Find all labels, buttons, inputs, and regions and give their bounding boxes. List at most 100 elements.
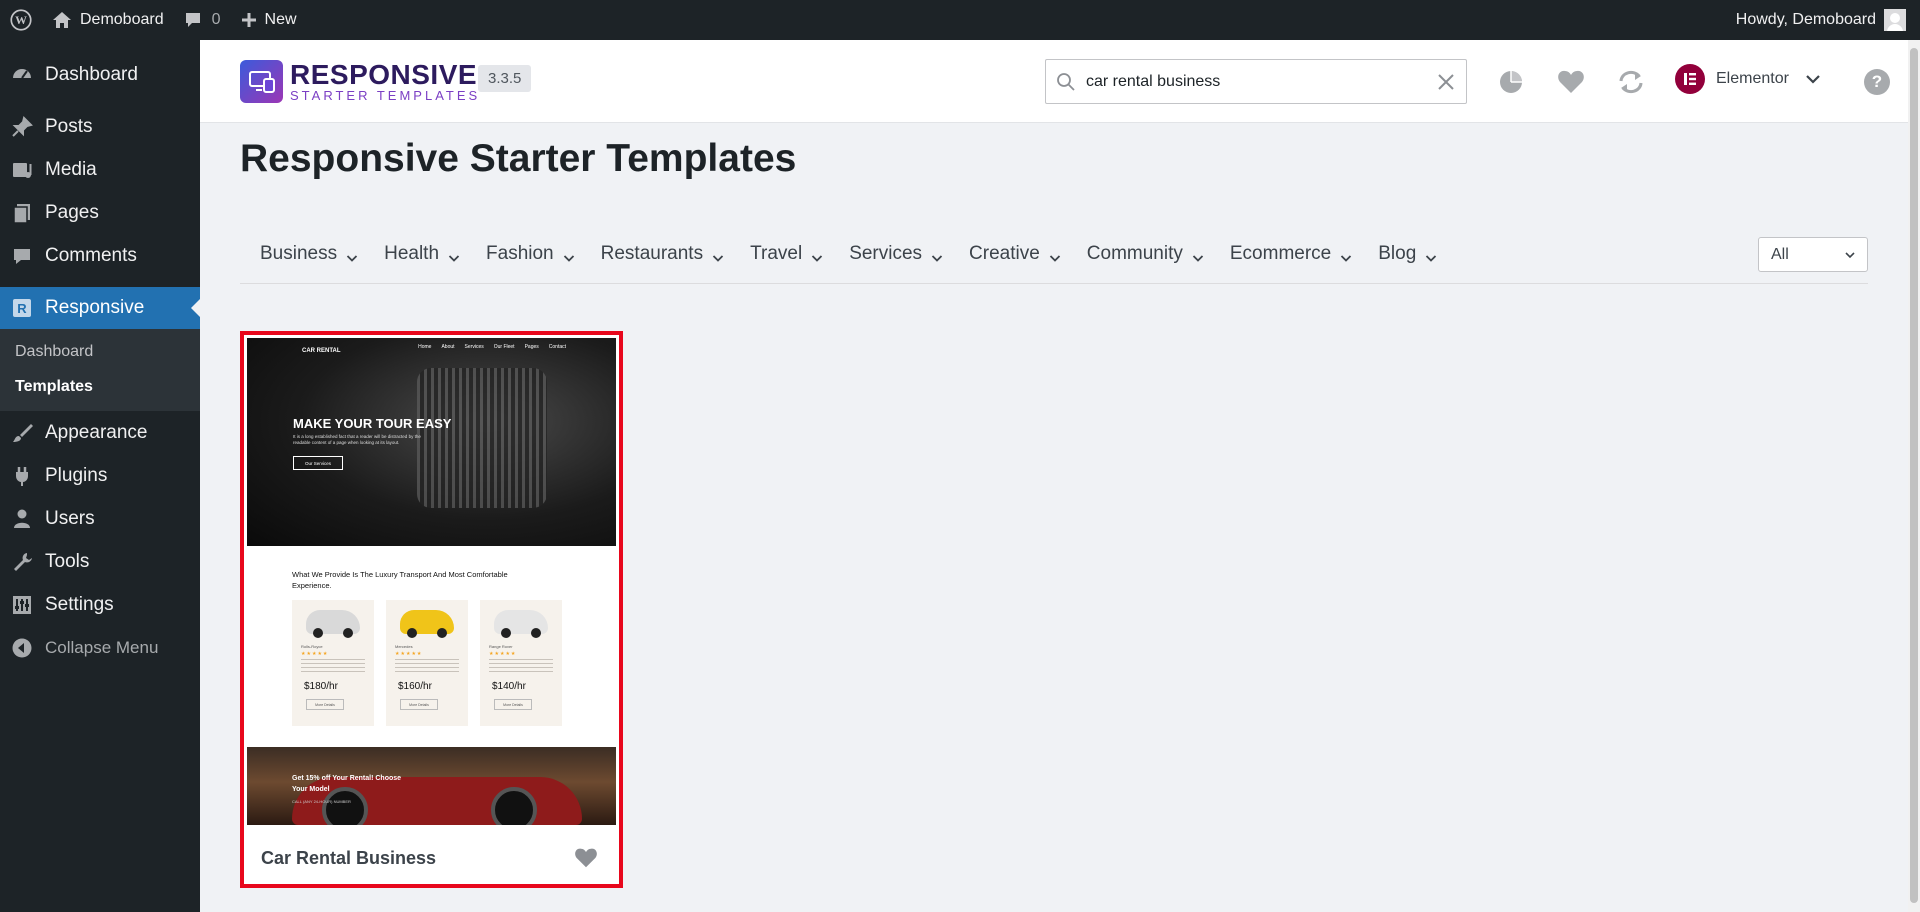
category-travel[interactable]: Travel [750,228,823,280]
preview-button: Our Services [293,456,343,470]
preview-car-card: Rolls-Royce ★★★★★ $180/hr More Details [292,600,374,726]
plugin-header: RESPONSIVE STARTER TEMPLATES 3.3.5 Eleme… [200,40,1908,123]
car-image [306,610,360,638]
pin-icon [10,115,34,139]
sidebar-item-settings[interactable]: Settings [0,583,200,626]
sidebar-item-tools[interactable]: Tools [0,540,200,583]
plugin-icon [10,464,34,488]
preview-car-cards: Rolls-Royce ★★★★★ $180/hr More Details M… [292,600,574,726]
home-icon [52,11,72,29]
site-name: Demoboard [80,11,164,28]
avatar [1884,9,1906,31]
brand-title: RESPONSIVE [290,58,478,90]
sidebar-item-posts[interactable]: Posts [0,105,200,148]
user-icon [10,507,34,531]
comments-count: 0 [211,11,221,28]
collapse-menu-button[interactable]: Collapse Menu [0,626,200,669]
elementor-icon [1675,64,1705,94]
category-nav: Business Health Fashion Restaurants Trav… [240,228,1868,284]
new-content-link[interactable]: New [231,0,307,40]
chevron-down-icon [931,248,943,262]
howdy-text: Howdy, Demoboard [1735,11,1876,28]
scrollbar-thumb[interactable] [1910,48,1918,903]
admin-sidebar: Dashboard Posts Media Pages Comments R R… [0,40,200,912]
sidebar-item-comments[interactable]: Comments [0,234,200,277]
wrench-icon [10,550,34,574]
svg-text:R: R [17,301,27,316]
preview-headline: MAKE YOUR TOUR EASY [293,416,452,431]
template-title[interactable]: Car Rental Business [261,848,436,869]
chevron-down-icon [811,248,823,262]
chevron-down-icon [1049,248,1061,262]
category-services[interactable]: Services [849,228,943,280]
car-image [400,610,454,638]
sidebar-item-dashboard[interactable]: Dashboard [0,49,200,101]
page-title: Responsive Starter Templates [240,137,797,180]
category-ecommerce[interactable]: Ecommerce [1230,228,1352,280]
responsive-logo-icon [240,60,283,103]
sidebar-item-plugins[interactable]: Plugins [0,454,200,497]
builder-label: Elementor [1716,70,1789,87]
chevron-down-icon [1845,251,1855,259]
type-filter-select[interactable]: All [1758,237,1868,272]
preview-promo-banner: Get 15% off Your Rental! Choose Your Mod… [247,747,616,825]
clear-search-icon[interactable] [1436,72,1456,92]
sidebar-item-media[interactable]: Media [0,148,200,191]
collapse-icon [10,636,34,660]
sidebar-item-appearance[interactable]: Appearance [0,411,200,454]
favorite-heart-icon[interactable] [574,847,598,869]
category-fashion[interactable]: Fashion [486,228,575,280]
preview-intro: What We Provide Is The Luxury Transport … [292,570,508,590]
brand-subtitle: STARTER TEMPLATES [290,87,481,103]
category-restaurants[interactable]: Restaurants [601,228,724,280]
chevron-down-icon [346,248,358,262]
category-business[interactable]: Business [260,228,358,280]
sidebar-item-pages[interactable]: Pages [0,191,200,234]
chevron-down-icon [1192,248,1204,262]
brand: RESPONSIVE STARTER TEMPLATES [240,60,480,103]
brush-icon [10,421,34,445]
category-health[interactable]: Health [384,228,460,280]
chevron-down-icon [1340,248,1352,262]
preview-car-card: Range Rover ★★★★★ $140/hr More Details [480,600,562,726]
comment-icon [10,244,34,268]
type-filter-value: All [1771,245,1789,263]
sidebar-item-responsive[interactable]: R Responsive [0,287,200,329]
comments-link[interactable]: 0 [174,0,231,40]
site-name-link[interactable]: Demoboard [42,0,174,40]
chevron-down-icon [563,248,575,262]
settings-icon [10,593,34,617]
preview-nav: Home About Services Our Fleet Pages Cont… [418,344,566,350]
help-icon[interactable]: ? [1864,69,1890,95]
wordpress-logo-icon[interactable]: W [0,0,42,40]
pages-icon [10,201,34,225]
category-community[interactable]: Community [1087,228,1204,280]
comment-icon [184,11,202,29]
submenu-item-templates[interactable]: Templates [0,370,200,405]
sidebar-item-users[interactable]: Users [0,497,200,540]
preview-hero: CAR RENTAL Home About Services Our Fleet… [247,338,616,546]
my-account-link[interactable]: Howdy, Demoboard [1726,0,1920,40]
category-creative[interactable]: Creative [969,228,1061,280]
favorites-heart-icon[interactable] [1557,68,1585,96]
template-card[interactable]: CAR RENTAL Home About Services Our Fleet… [240,331,623,888]
template-preview[interactable]: CAR RENTAL Home About Services Our Fleet… [247,338,616,825]
version-badge: 3.3.5 [478,65,532,92]
preview-car-card: Mercedes ★★★★★ $160/hr More Details [386,600,468,726]
page-builder-select[interactable]: Elementor [1675,64,1821,94]
responsive-icon: R [10,296,34,320]
pie-chart-icon[interactable] [1497,68,1525,96]
sync-icon[interactable] [1617,68,1645,96]
chevron-down-icon [448,248,460,262]
scrollbar[interactable] [1908,40,1920,912]
media-icon [10,158,34,182]
car-image [494,610,548,638]
new-label: New [264,11,297,28]
chevron-down-icon [1425,248,1437,262]
admin-bar: W Demoboard 0 New Howdy, Demoboard [0,0,1920,40]
search-input[interactable] [1086,72,1436,91]
submenu-item-dashboard[interactable]: Dashboard [0,335,200,370]
search-field[interactable] [1045,59,1467,104]
preview-logo: CAR RENTAL [302,348,341,354]
category-blog[interactable]: Blog [1378,228,1437,280]
